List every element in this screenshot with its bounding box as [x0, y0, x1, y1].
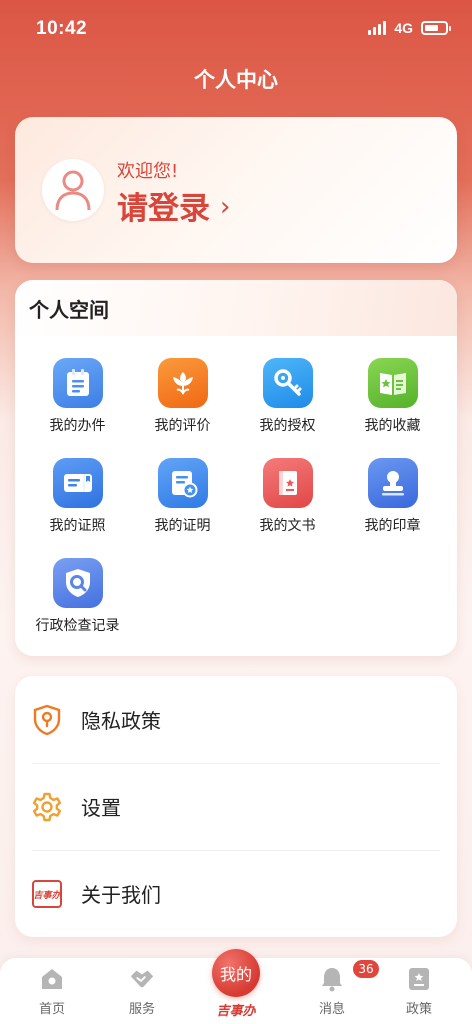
- tab-label-active: 吉事办: [216, 1004, 256, 1019]
- tab-mine[interactable]: 我的 吉事办: [206, 949, 266, 1019]
- welcome-text: 欢迎您!: [117, 161, 179, 182]
- grid-item-my-documents[interactable]: 我的文书: [235, 458, 340, 548]
- page-title: 个人中心: [194, 68, 278, 92]
- flower-icon: [157, 358, 208, 408]
- grid-item-label: 我的文书: [259, 518, 316, 534]
- menu-item-about-us[interactable]: 吉事办 关于我们: [15, 850, 457, 937]
- grid-item-my-cases[interactable]: 我的办件: [25, 358, 130, 448]
- login-label: 请登录: [117, 191, 210, 227]
- mine-button: 我的: [212, 949, 260, 997]
- grid-item-my-seals[interactable]: 我的印章: [340, 458, 445, 548]
- bookmark-book-icon: [367, 358, 418, 408]
- grid-item-my-favorites[interactable]: 我的收藏: [340, 358, 445, 448]
- grid-item-label: 我的评价: [154, 418, 211, 434]
- bell-icon: 36: [319, 960, 379, 992]
- tab-policy[interactable]: 政策: [389, 966, 449, 1017]
- grid-item-label: 行政检查记录: [35, 618, 120, 634]
- menu-item-label: 隐私政策: [81, 709, 161, 733]
- tab-service[interactable]: 服务: [112, 966, 172, 1017]
- settings-menu-card: 隐私政策 设置 吉事办 关于我们: [15, 676, 457, 937]
- user-icon: [55, 170, 91, 211]
- stamp-icon: [367, 458, 418, 508]
- shield-search-icon: [52, 558, 103, 608]
- signal-icon: [368, 21, 387, 35]
- gear-icon: [31, 791, 63, 823]
- menu-item-label: 设置: [81, 796, 121, 820]
- grid-item-label: 我的授权: [259, 418, 316, 434]
- personal-space-card: 个人空间 我的办件 我的评价 我的授权 我的收藏 我的证照 我的证明 我的文书 …: [15, 280, 457, 656]
- grid-item-my-reviews[interactable]: 我的评价: [130, 358, 235, 448]
- grid-item-my-authorizations[interactable]: 我的授权: [235, 358, 340, 448]
- grid-item-label: 我的印章: [364, 518, 421, 534]
- login-card[interactable]: 欢迎您! 请登录 ›: [15, 117, 457, 263]
- grid-item-my-licenses[interactable]: 我的证照: [25, 458, 130, 548]
- policy-document-icon: [406, 966, 432, 992]
- tab-label: 消息: [318, 1002, 345, 1017]
- certificate-icon: [157, 458, 208, 508]
- login-button[interactable]: 请登录 ›: [117, 183, 230, 228]
- grid-item-label: 我的证照: [49, 518, 106, 534]
- grid-item-label: 我的办件: [49, 418, 106, 434]
- key-icon: [262, 358, 313, 408]
- avatar[interactable]: [42, 159, 104, 221]
- status-bar: 10:42 4G: [0, 0, 472, 60]
- section-title: 个人空间: [29, 298, 109, 322]
- grid-item-my-certificates[interactable]: 我的证明: [130, 458, 235, 548]
- tab-home[interactable]: 首页: [22, 966, 82, 1017]
- tab-label: 服务: [128, 1002, 155, 1017]
- home-icon: [39, 966, 65, 992]
- tab-label: 首页: [38, 1002, 65, 1017]
- document-list-icon: [52, 358, 103, 408]
- tab-label: 政策: [405, 1002, 432, 1017]
- id-card-icon: [52, 458, 103, 508]
- svg-text:吉事办: 吉事办: [33, 890, 61, 901]
- menu-item-settings[interactable]: 设置: [15, 763, 457, 850]
- jishiban-logo-icon: 吉事办: [31, 878, 63, 910]
- menu-item-label: 关于我们: [81, 883, 161, 907]
- grid-item-inspection-records[interactable]: 行政检查记录: [25, 558, 130, 648]
- message-count-badge: 36: [353, 960, 379, 978]
- status-time: 10:42: [36, 18, 88, 39]
- chevron-right-icon: ›: [220, 191, 231, 222]
- network-type: 4G: [394, 20, 413, 36]
- privacy-shield-icon: [31, 704, 63, 736]
- grid-item-label: 我的收藏: [364, 418, 421, 434]
- status-indicators: 4G: [368, 20, 451, 36]
- tab-messages[interactable]: 36 消息: [302, 960, 379, 1017]
- menu-item-privacy-policy[interactable]: 隐私政策: [15, 676, 457, 763]
- grid-item-label: 我的证明: [154, 518, 211, 534]
- battery-icon: [421, 21, 451, 35]
- handshake-icon: [129, 966, 155, 992]
- red-book-icon: [262, 458, 313, 508]
